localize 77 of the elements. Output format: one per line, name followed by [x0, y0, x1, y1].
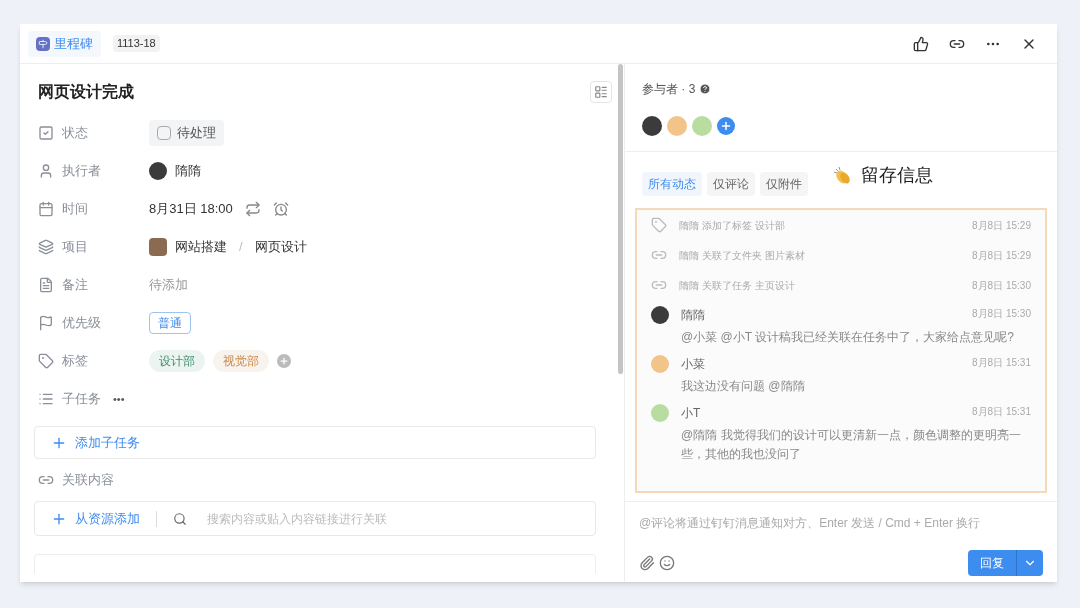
type-badge[interactable]: 里程碑 — [28, 30, 101, 57]
emoji-icon[interactable] — [659, 555, 675, 571]
annotation-label: 留存信息 — [861, 164, 933, 187]
reply-options-button[interactable] — [1016, 550, 1043, 576]
comment-text: @小菜 @小T 设计稿我已经关联在任务中了，大家给点意见呢? — [681, 329, 1015, 346]
field-label: 标签 — [62, 352, 88, 371]
alarm-icon[interactable] — [272, 201, 289, 217]
add-subtask-button[interactable]: 添加子任务 — [34, 426, 596, 459]
checkbox-icon — [38, 125, 54, 141]
commenter-avatar — [651, 355, 669, 373]
add-tag-icon[interactable] — [277, 354, 291, 368]
timestamp: 8月8日 15:30 — [972, 278, 1031, 293]
timestamp: 8月8日 15:29 — [972, 248, 1031, 263]
commenter-avatar — [651, 404, 669, 422]
commenter-name: 小T — [681, 405, 701, 422]
id-badge: 1113-18 — [113, 35, 160, 52]
layout-toggle-icon[interactable] — [590, 81, 612, 103]
field-label: 项目 — [62, 238, 88, 257]
participants-label: 参与者 · 3 — [642, 81, 696, 98]
project-thumbnail — [149, 238, 167, 256]
timestamp: 8月8日 15:31 — [972, 356, 1031, 370]
flag-icon — [38, 315, 54, 331]
project-name[interactable]: 网站搭建 — [175, 237, 227, 257]
status-button[interactable]: 待处理 — [149, 120, 224, 146]
field-label: 执行者 — [62, 162, 101, 181]
commenter-name: 小菜 — [681, 356, 705, 373]
layers-icon — [38, 239, 54, 255]
tag-pill[interactable]: 设计部 — [149, 350, 205, 372]
commenter-avatar — [651, 306, 669, 324]
filter-tab[interactable]: 仅评论 — [707, 172, 755, 196]
timestamp: 8月8日 15:31 — [972, 405, 1031, 419]
clapping-hands-icon — [833, 165, 853, 186]
attachment-icon[interactable] — [639, 555, 655, 571]
timestamp: 8月8日 15:29 — [972, 218, 1031, 233]
add-from-resource-button[interactable]: 从资源添加 — [51, 508, 140, 529]
section-label: 关联内容 — [62, 471, 114, 490]
filter-tab[interactable]: 所有动态 — [642, 172, 702, 196]
user-icon — [38, 163, 54, 179]
comment-input[interactable]: @评论将通过钉钉消息通知对方、Enter 发送 / Cmd + Enter 换行 — [639, 514, 1043, 532]
tag-icon — [651, 217, 667, 233]
list-icon — [38, 391, 54, 407]
due-time: 8月31日 18:00 — [149, 200, 233, 219]
priority-tag[interactable]: 普通 — [149, 312, 191, 334]
add-participant-icon[interactable] — [717, 117, 735, 135]
activity-text: 隋隋 关联了文件夹 图片素材 — [679, 248, 806, 263]
more-button[interactable]: ••• — [113, 390, 125, 408]
like-icon[interactable] — [913, 35, 929, 52]
search-icon — [173, 511, 187, 526]
field-label: 状态 — [62, 124, 88, 143]
field-label: 优先级 — [62, 314, 101, 333]
activity-text: 隋隋 添加了标签 设计部 — [679, 218, 786, 233]
help-icon[interactable] — [699, 83, 712, 95]
separator: / — [238, 238, 244, 257]
timestamp: 8月8日 15:30 — [972, 307, 1031, 321]
field-label: 备注 — [62, 276, 88, 295]
comment-text: @隋隋 我觉得我们的设计可以更清新一点，颜色调整的更明亮一些，其他的我也没问了 — [681, 427, 1022, 463]
task-title[interactable]: 网页设计完成 — [38, 80, 134, 104]
filter-tab[interactable]: 仅附件 — [760, 172, 808, 196]
tag-pill[interactable]: 视觉部 — [213, 350, 269, 372]
note-icon — [38, 277, 54, 293]
note-placeholder[interactable]: 待添加 — [149, 275, 188, 295]
search-field[interactable]: 搜索内容或贴入内容链接进行关联 — [207, 509, 579, 528]
scrollbar[interactable] — [617, 64, 623, 374]
activity-text: 隋隋 关联了任务 主页设计 — [679, 278, 796, 293]
related-content-field[interactable]: 从资源添加 搜索内容或贴入内容链接进行关联 — [34, 501, 596, 536]
repeat-icon[interactable] — [244, 201, 261, 217]
commenter-name: 隋隋 — [681, 307, 705, 324]
comment-text: 我这边没有问题 @隋隋 — [681, 378, 806, 395]
subproject-name[interactable]: 网页设计 — [254, 237, 307, 257]
avatar — [149, 162, 167, 180]
participant-avatar[interactable] — [642, 116, 662, 136]
calendar-icon — [38, 201, 54, 217]
field-label: 时间 — [62, 200, 88, 219]
tag-icon — [38, 353, 54, 369]
assignee-name: 隋隋 — [175, 162, 201, 181]
field-label: 子任务 — [62, 390, 101, 409]
reply-button[interactable]: 回复 — [968, 550, 1016, 576]
